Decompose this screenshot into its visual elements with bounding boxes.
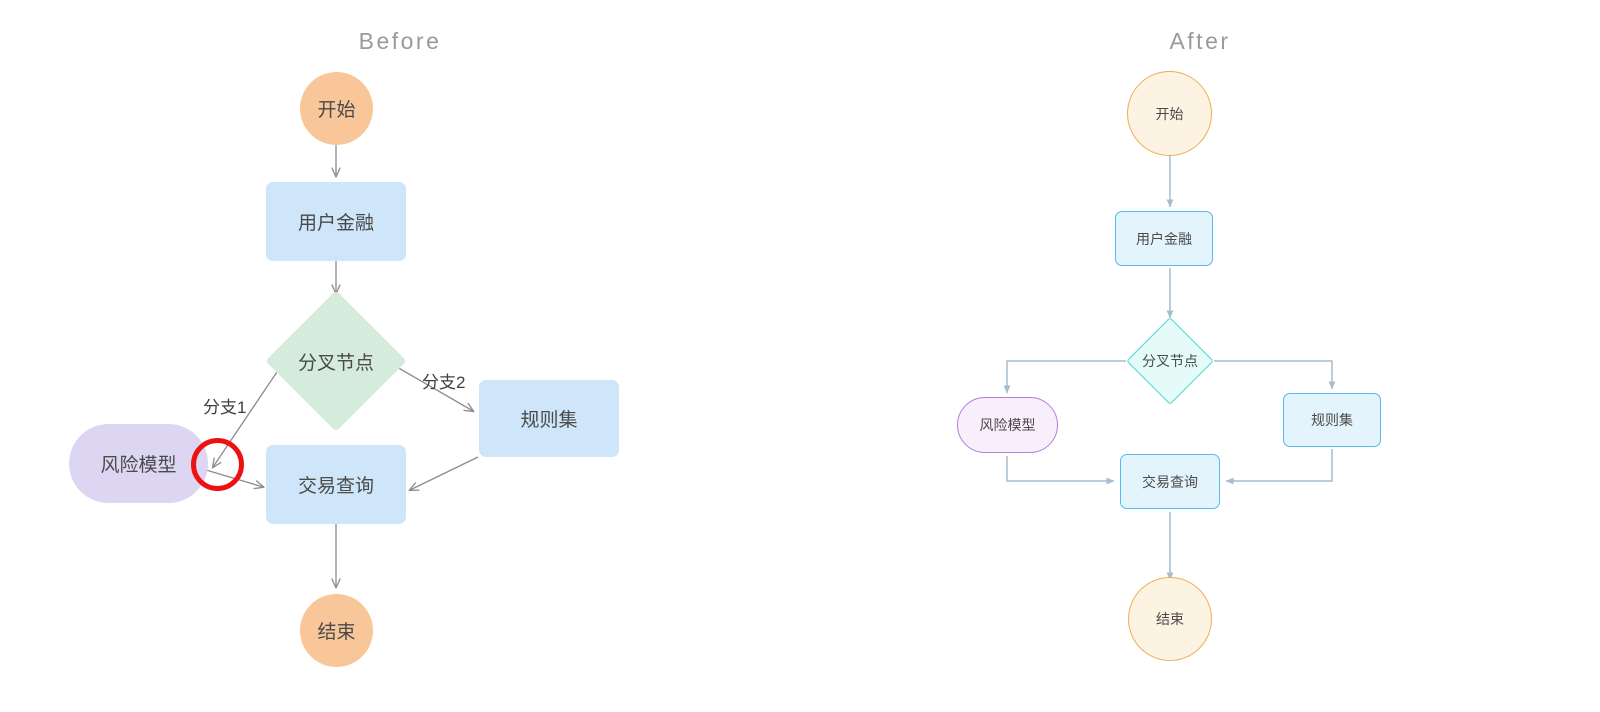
node-end-label: 结束 bbox=[1156, 611, 1184, 627]
panel-after: After 开始 用户金融 分叉节点 风险模型 规则集 交易查询 结束 bbox=[800, 0, 1600, 712]
node-user-finance[interactable]: 用户金融 bbox=[266, 182, 406, 261]
node-fork[interactable]: 分叉节点 bbox=[265, 290, 407, 432]
annotation-highlight-circle bbox=[191, 438, 244, 491]
node-rules[interactable]: 规则集 bbox=[1283, 393, 1381, 447]
edge-label-branch2: 分支2 bbox=[422, 373, 466, 392]
node-user-finance-label: 用户金融 bbox=[1136, 230, 1192, 247]
node-end[interactable]: 结束 bbox=[1128, 577, 1212, 661]
node-start-label: 开始 bbox=[1155, 105, 1184, 122]
edge-fork-risk bbox=[1003, 360, 1126, 394]
node-transaction-query[interactable]: 交易查询 bbox=[266, 445, 406, 524]
edge-rules-query bbox=[1225, 449, 1333, 485]
node-fork-label: 分叉节点 bbox=[297, 352, 374, 374]
node-rules-label: 规则集 bbox=[1311, 412, 1353, 428]
node-transaction-query-label: 交易查询 bbox=[1142, 473, 1198, 490]
node-risk-model[interactable]: 风险模型 bbox=[69, 424, 208, 503]
panel-before: Before 开始 用户金融 分叉节点 风险模型 规则集 交易查询 结束 分支1… bbox=[0, 0, 800, 712]
node-transaction-query-label: 交易查询 bbox=[297, 476, 374, 497]
edge-fork-rules bbox=[1214, 360, 1336, 390]
node-rules[interactable]: 规则集 bbox=[479, 380, 619, 457]
node-start-label: 开始 bbox=[317, 100, 356, 121]
edge-rules-query bbox=[408, 456, 479, 492]
node-end[interactable]: 结束 bbox=[300, 594, 373, 667]
panel-title-before: Before bbox=[358, 28, 442, 54]
node-risk-model-label: 风险模型 bbox=[979, 417, 1036, 433]
node-start[interactable]: 开始 bbox=[300, 72, 373, 145]
panel-title-after: After bbox=[1169, 28, 1231, 54]
node-transaction-query[interactable]: 交易查询 bbox=[1120, 454, 1220, 509]
node-end-label: 结束 bbox=[317, 622, 356, 643]
comparison-canvas: Before 开始 用户金融 分叉节点 风险模型 规则集 交易查询 结束 分支1… bbox=[0, 0, 1600, 712]
node-rules-label: 规则集 bbox=[520, 410, 578, 431]
edge-label-branch1: 分支1 bbox=[203, 398, 247, 417]
node-user-finance-label: 用户金融 bbox=[297, 213, 374, 234]
node-fork[interactable]: 分叉节点 bbox=[1126, 317, 1214, 405]
edge-risk-query bbox=[1006, 456, 1115, 485]
node-risk-model-label: 风险模型 bbox=[100, 455, 177, 476]
node-risk-model[interactable]: 风险模型 bbox=[957, 397, 1058, 453]
node-fork-label: 分叉节点 bbox=[1142, 353, 1198, 369]
node-start[interactable]: 开始 bbox=[1127, 71, 1212, 156]
node-user-finance[interactable]: 用户金融 bbox=[1115, 211, 1213, 266]
